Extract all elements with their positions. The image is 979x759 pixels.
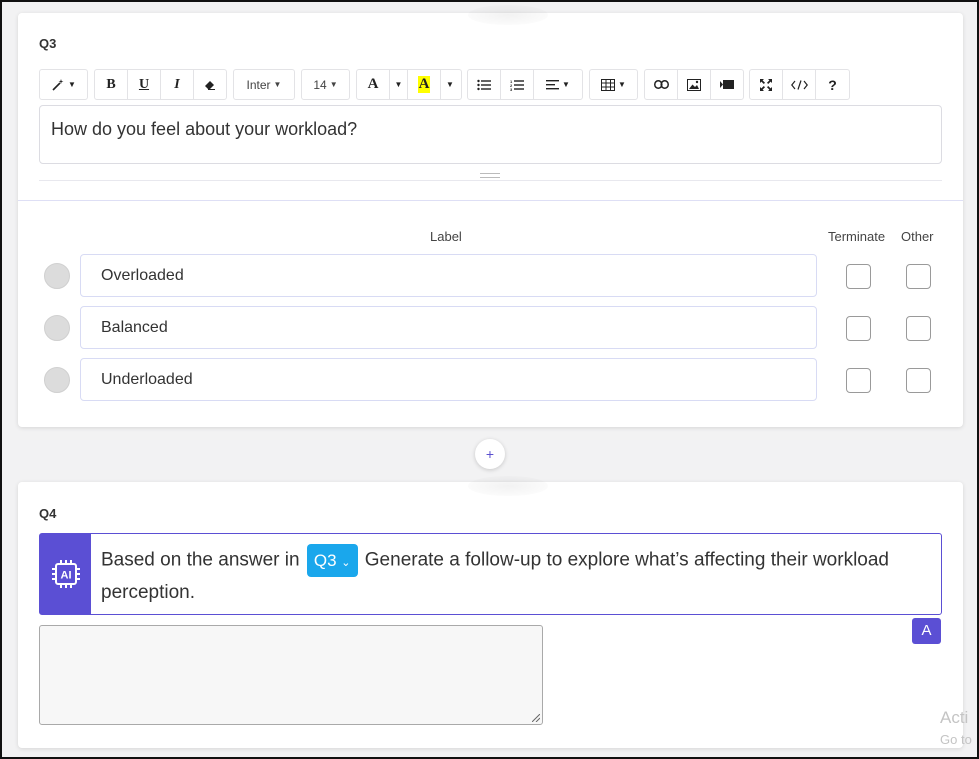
chevron-down-icon: ▼ [562,80,570,89]
option-row: Underloaded [18,358,963,401]
font-family-group: Inter ▼ [233,69,295,100]
table-group: ▼ [589,69,638,100]
option-radio[interactable] [44,263,70,289]
insert-group [644,69,744,100]
numbered-list-icon: 123 [510,79,524,91]
align-select[interactable]: ▼ [534,70,582,99]
fullscreen-button[interactable] [750,70,783,99]
chevron-down-icon: ▼ [394,80,403,89]
image-button[interactable] [678,70,711,99]
chevron-down-icon: ▼ [446,80,454,89]
image-icon [687,78,701,91]
view-group: ? [749,69,850,100]
clear-format-button[interactable] [194,70,226,99]
other-checkbox[interactable] [906,368,931,393]
code-icon [790,79,808,90]
terminate-checkbox[interactable] [846,316,871,341]
link-button[interactable] [645,70,678,99]
svg-text:3: 3 [510,87,513,91]
font-family-select[interactable]: Inter ▼ [234,70,294,99]
answer-textarea[interactable] [39,625,543,725]
italic-button[interactable]: I [161,70,194,99]
bullet-list-button[interactable] [468,70,501,99]
ai-badge: AI [40,534,91,614]
help-button[interactable]: ? [816,70,849,99]
question-number: Q4 [39,506,57,521]
resize-grip-icon [480,173,500,178]
question-reference-value: Q3 [313,551,337,570]
card-top-shadow [468,476,548,496]
magic-wand-button[interactable]: ▼ [40,70,87,99]
a-button[interactable]: A [912,618,941,644]
question-reference-select[interactable]: Q3 ⌄ [306,544,358,577]
watermark-line1: Acti [940,708,969,727]
chevron-down-icon: ▼ [273,80,282,89]
resize-handle-icon[interactable] [532,714,540,722]
video-icon [720,80,734,89]
option-row: Balanced [18,306,963,349]
numbered-list-button[interactable]: 123 [501,70,534,99]
card-top-shadow [468,5,548,25]
ai-prompt-prefix: Based on the answer in [101,549,300,571]
font-size-value: 14 [313,77,327,92]
paragraph-group: 123 ▼ [467,69,583,100]
activation-watermark: Acti Go to [940,707,972,751]
section-divider [18,200,963,201]
column-header-other: Other [901,229,934,244]
editor-resize-bar[interactable] [39,171,942,181]
color-group: A ▼ A ▼ [356,69,462,100]
font-color-dropdown[interactable]: ▼ [390,70,408,99]
other-checkbox[interactable] [906,264,931,289]
highlight-button[interactable]: A [408,70,441,99]
fullscreen-icon [760,78,772,91]
magic-wand-icon [52,78,64,91]
watermark-line2: Go to [940,732,972,747]
table-button[interactable]: ▼ [590,70,637,99]
align-left-icon [546,80,560,90]
font-size-group: 14 ▼ [301,69,350,100]
option-label-input[interactable]: Overloaded [80,254,817,297]
eraser-icon [205,80,215,90]
bullet-list-icon [477,79,491,90]
underline-button[interactable]: U [128,70,161,99]
option-label-input[interactable]: Underloaded [80,358,817,401]
ai-prompt-text: Based on the answer in Q3 ⌄ Generate a f… [101,544,931,608]
question-number: Q3 [39,36,57,51]
terminate-checkbox[interactable] [846,368,871,393]
option-radio[interactable] [44,315,70,341]
add-question-button[interactable]: + [475,439,505,469]
style-group: ▼ [39,69,88,100]
font-color-button[interactable]: A [357,70,390,99]
link-icon [653,80,669,89]
option-row: Overloaded [18,254,963,297]
font-size-select[interactable]: 14 ▼ [302,70,349,99]
terminate-checkbox[interactable] [846,264,871,289]
column-header-terminate: Terminate [828,229,886,244]
highlight-dropdown[interactable]: ▼ [441,70,459,99]
table-icon [601,78,616,91]
question-text-editor[interactable]: How do you feel about your workload? [39,105,942,164]
font-family-value: Inter [246,77,271,92]
video-button[interactable] [711,70,743,99]
font-style-group: B U I [94,69,227,100]
highlight-label: A [417,76,431,93]
ai-badge-text: AI [60,570,71,582]
other-checkbox[interactable] [906,316,931,341]
chevron-down-icon: ▼ [68,80,76,89]
bold-button[interactable]: B [95,70,128,99]
ai-prompt-box[interactable]: AI Based on the answer in Q3 ⌄ Generate … [39,533,942,615]
option-radio[interactable] [44,367,70,393]
ai-chip-icon: AI [51,560,80,588]
column-header-label: Label [430,229,462,244]
chevron-down-icon: ▼ [329,80,338,89]
code-view-button[interactable] [783,70,816,99]
option-label-input[interactable]: Balanced [80,306,817,349]
chevron-down-icon: ⌄ [341,557,351,569]
chevron-down-icon: ▼ [618,80,626,89]
question-card-q4: Q4 AI Based on the answer in Q3 ⌄ Genera… [18,476,963,748]
question-card-q3: Q3 ▼ B U I Inter ▼ 14 ▼ A ▼ A ▼ 1 2 3 ▼ … [18,5,963,427]
